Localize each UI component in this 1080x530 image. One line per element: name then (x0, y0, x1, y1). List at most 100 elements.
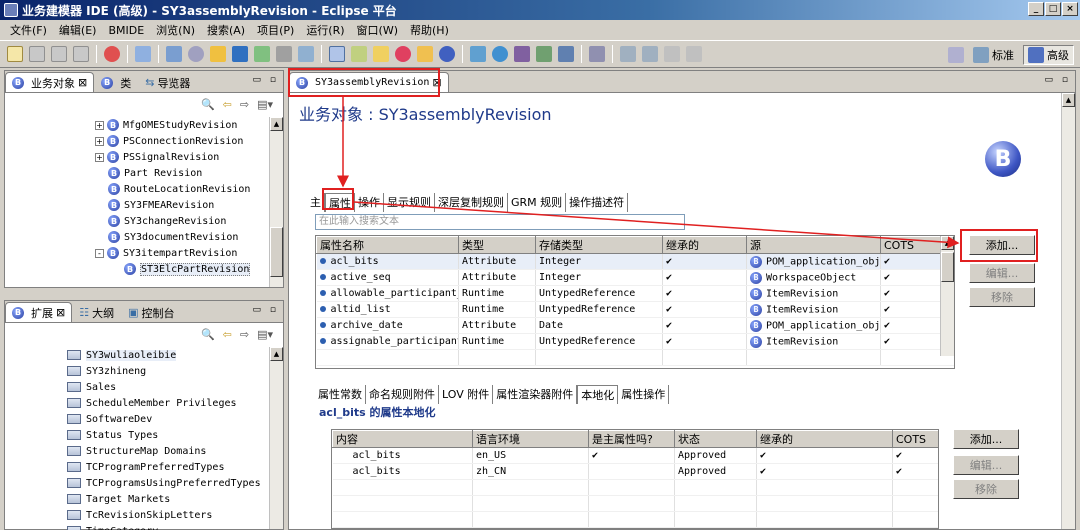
tree-expander[interactable]: - (95, 248, 104, 258)
maximize-button[interactable]: □ (1045, 2, 1061, 16)
column-header[interactable]: 继承的 (756, 430, 893, 448)
menu-window[interactable]: 窗口(W) (351, 22, 404, 38)
next-annotation-icon[interactable] (620, 46, 636, 62)
tree-item[interactable]: B RouteLocationRevision (95, 181, 263, 197)
list-item[interactable]: TCProgramsUsingPreferredTypes (67, 475, 263, 491)
attribute-table-scrollbar[interactable]: ▲ (940, 236, 954, 356)
tree-item[interactable]: + B PSSignalRevision (95, 149, 263, 165)
menu-project[interactable]: 项目(P) (251, 22, 300, 38)
scroll-thumb[interactable] (270, 227, 283, 277)
scroll-up-arrow[interactable]: ▲ (270, 347, 283, 361)
at-icon[interactable] (395, 46, 411, 62)
list-scrollbar[interactable]: ▲ (269, 347, 283, 529)
tab-outline[interactable]: ☷ 大纲 (72, 302, 121, 322)
attribute-sub-tab-1[interactable]: 命名规则附件 (366, 385, 439, 404)
column-header[interactable]: 状态 (674, 430, 757, 448)
minimize-maximize-icons[interactable]: ▭ ▫ (1045, 75, 1071, 85)
open-perspective-icon[interactable] (948, 47, 964, 63)
scroll-up-arrow[interactable]: ▲ (270, 117, 283, 131)
search-icon[interactable] (104, 46, 120, 62)
editor-section-tab-3[interactable]: 显示规则 (384, 193, 435, 212)
tool-icon[interactable] (536, 46, 552, 62)
build-icon[interactable] (254, 46, 270, 62)
column-header[interactable]: 类型 (458, 236, 536, 254)
column-header[interactable]: 内容 (332, 430, 473, 448)
editor-section-tab-4[interactable]: 深层复制规则 (435, 193, 508, 212)
tab-navigator[interactable]: ⇆ 导览器 (138, 72, 197, 92)
tree-item[interactable]: B ST3ElcPartRevision (95, 261, 263, 277)
column-header[interactable]: 存储类型 (535, 236, 663, 254)
column-header[interactable]: 是主属性吗? (588, 430, 675, 448)
editor-tab-sy3assemblyrevision[interactable]: B SY3assemblyRevision ⊠ (289, 72, 449, 92)
wizard-icon[interactable] (166, 46, 182, 62)
tree-item[interactable]: + B PSConnectionRevision (95, 133, 263, 149)
search-icon[interactable]: 🔍 (201, 328, 215, 341)
table-row[interactable]: acl_bits zh_CN Approved ✔ ✔ (332, 463, 938, 480)
column-header[interactable]: 继承的 (662, 236, 747, 254)
list-item[interactable]: SoftwareDev (67, 411, 263, 427)
link-icon[interactable] (492, 46, 508, 62)
scroll-thumb[interactable] (941, 252, 954, 282)
minimize-button[interactable]: _ (1028, 2, 1044, 16)
list-item[interactable]: SY3zhineng (67, 363, 263, 379)
attribute-sub-tab-2[interactable]: LOV 附件 (439, 385, 494, 404)
new-icon[interactable] (7, 46, 23, 62)
table-row[interactable]: archive_date Attribute Date ✔ B POM_applicati… (316, 317, 954, 334)
edit-attribute-button[interactable]: 编辑... (969, 263, 1035, 283)
edit-localization-button[interactable]: 编辑... (953, 455, 1019, 475)
tree-item[interactable]: - B SY3itempartRevision (95, 245, 263, 261)
pin-icon[interactable] (514, 46, 530, 62)
business-object-icon[interactable] (439, 46, 455, 62)
tree-item[interactable]: B SY3documentRevision (95, 229, 263, 245)
back-icon[interactable] (664, 46, 680, 62)
tree-scrollbar[interactable]: ▲ (269, 117, 283, 287)
scroll-up-arrow[interactable]: ▲ (1062, 93, 1075, 107)
list-item[interactable]: Status Types (67, 427, 263, 443)
refresh-icon[interactable] (232, 46, 248, 62)
add-attribute-button[interactable]: 添加... (969, 235, 1035, 255)
attribute-search-input[interactable]: 在此输入搜索文本 (315, 214, 685, 230)
heart-icon[interactable] (589, 46, 605, 62)
editor-section-tab-2[interactable]: 操作 (355, 193, 384, 212)
menu-navigate[interactable]: 浏览(N) (150, 22, 201, 38)
edit-icon[interactable] (135, 46, 151, 62)
column-header[interactable]: 属性名称 (316, 236, 459, 254)
tree-item[interactable]: B SY3changeRevision (95, 213, 263, 229)
menu-help[interactable]: 帮助(H) (404, 22, 455, 38)
search-icon[interactable]: 🔍 (201, 98, 215, 111)
folder-icon[interactable] (417, 46, 433, 62)
editor-section-tab-6[interactable]: 操作描述符 (566, 193, 629, 212)
list-item[interactable]: StructureMap Domains (67, 443, 263, 459)
menu-file[interactable]: 文件(F) (4, 22, 53, 38)
attribute-sub-tab-0[interactable]: 属性常数 (315, 385, 366, 404)
editor-scrollbar[interactable]: ▲ (1061, 93, 1075, 529)
tree-item[interactable]: B Part Revision (95, 165, 263, 181)
menu-search[interactable]: 搜索(A) (201, 22, 251, 38)
save-icon[interactable] (29, 46, 45, 62)
close-icon[interactable]: ⊠ (56, 306, 65, 319)
table-row[interactable]: altid_list Runtime UntypedReference ✔ B ItemR… (316, 301, 954, 318)
editor-section-tab-5[interactable]: GRM 规则 (508, 193, 567, 212)
package-icon[interactable] (276, 46, 292, 62)
deploy-icon[interactable] (210, 46, 226, 62)
column-header[interactable]: 源 (746, 236, 881, 254)
table-row[interactable]: active_seq Attribute Integer ✔ B WorkspaceObj… (316, 269, 954, 286)
tree-expander[interactable]: + (95, 152, 104, 162)
tree-expander[interactable]: + (95, 136, 104, 146)
column-header[interactable]: COTS (892, 430, 938, 448)
save-all-icon[interactable] (51, 46, 67, 62)
menu-icon[interactable]: ▤▾ (257, 98, 273, 111)
editor-section-tab-0[interactable]: 主 (307, 193, 325, 212)
forward-icon[interactable]: ⇨ (240, 328, 249, 341)
perspective-advanced[interactable]: 高级 (1023, 45, 1074, 65)
forward-icon[interactable] (686, 46, 702, 62)
tree-item[interactable]: + B MfgOMEStudyRevision (95, 117, 263, 133)
hammer-icon[interactable] (558, 46, 574, 62)
table-row[interactable]: acl_bits en_US ✔ Approved ✔ ✔ (332, 447, 938, 464)
menu-run[interactable]: 运行(R) (300, 22, 350, 38)
close-button[interactable]: × (1062, 2, 1078, 16)
find-icon[interactable] (188, 46, 204, 62)
table-row[interactable]: allowable_participant_ Runtime UntypedRefe… (316, 285, 954, 302)
list-item[interactable]: ScheduleMember Privileges (67, 395, 263, 411)
prev-annotation-icon[interactable] (642, 46, 658, 62)
